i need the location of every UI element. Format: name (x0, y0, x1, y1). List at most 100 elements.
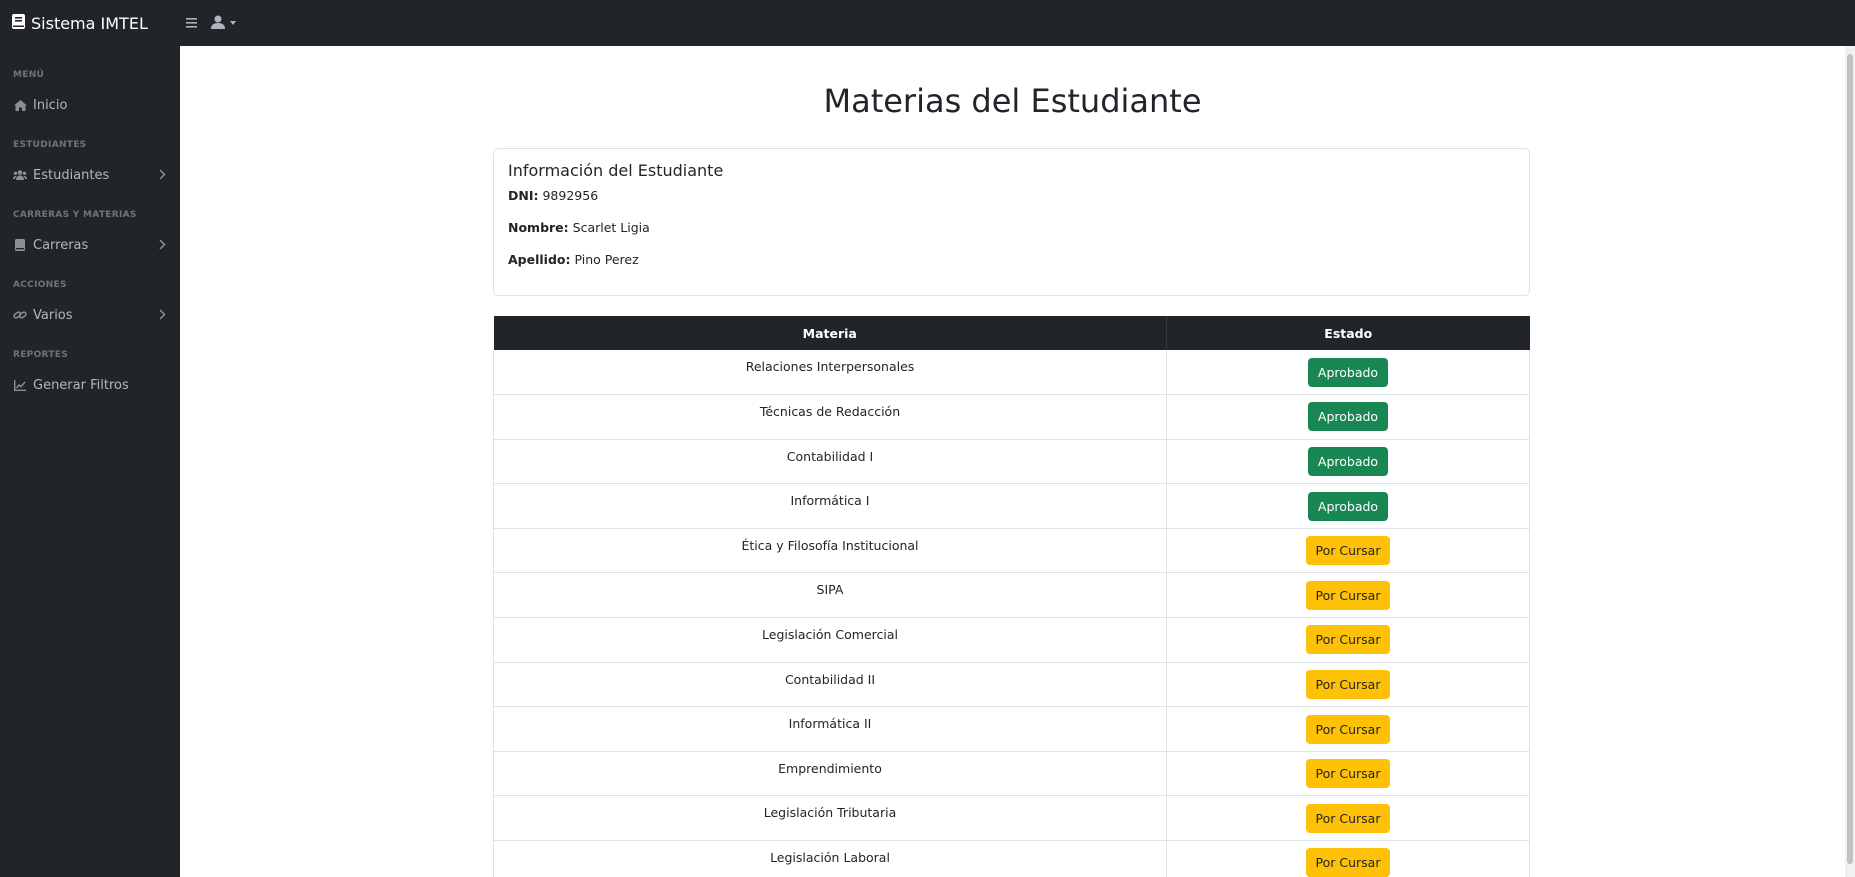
estado-cell: Por Cursar (1166, 706, 1530, 752)
sidebar: MENÚ Inicio ESTUDIANTES Estudiantes CARR… (0, 46, 180, 877)
column-header-estado: Estado (1166, 316, 1530, 350)
sidebar-item-label: Inicio (33, 97, 68, 113)
estado-cell: Por Cursar (1166, 528, 1530, 574)
materia-cell: Legislación Laboral (493, 840, 1167, 877)
estado-cell: Por Cursar (1166, 751, 1530, 797)
status-badge[interactable]: Aprobado (1307, 402, 1389, 432)
menu-toggle-button[interactable] (186, 14, 197, 32)
main-content: Materias del Estudiante Información del … (180, 46, 1845, 877)
chart-icon (13, 378, 27, 392)
table-row: Contabilidad II Por Cursar (493, 662, 1530, 708)
status-badge[interactable]: Por Cursar (1305, 759, 1391, 789)
sidebar-item-label: Varios (33, 307, 73, 323)
estado-cell: Aprobado (1166, 350, 1530, 396)
nombre-line: Nombre: Scarlet Ligia (508, 220, 1515, 252)
table-row: Informática I Aprobado (493, 483, 1530, 529)
sidebar-item-label: Generar Filtros (33, 377, 129, 393)
book-icon (13, 238, 27, 252)
brand[interactable]: Sistema IMTEL (0, 13, 180, 33)
materia-cell: Técnicas de Redacción (493, 394, 1167, 440)
chevron-right-icon (159, 309, 166, 324)
table-row: SIPA Por Cursar (493, 572, 1530, 619)
subjects-table: Materia Estado Relaciones Interpersonale… (493, 316, 1530, 877)
sidebar-item-inicio[interactable]: Inicio (0, 93, 180, 117)
sidebar-item-varios[interactable]: Varios (0, 303, 180, 327)
dni-label: DNI: (508, 188, 539, 203)
sidebar-item-estudiantes[interactable]: Estudiantes (0, 163, 180, 187)
sidebar-heading-estudiantes: ESTUDIANTES (13, 140, 87, 150)
materia-cell: Informática II (493, 706, 1167, 752)
card-title: Información del Estudiante (508, 161, 724, 180)
scrollbar-thumb[interactable] (1847, 54, 1853, 864)
materia-cell: Relaciones Interpersonales (493, 350, 1167, 396)
table-row: Legislación Comercial Por Cursar (493, 617, 1530, 663)
dni-line: DNI: 9892956 (508, 188, 1515, 220)
table-row: Emprendimiento Por Cursar (493, 751, 1530, 797)
materia-cell: SIPA (493, 572, 1167, 619)
link-icon (13, 308, 27, 322)
status-badge[interactable]: Aprobado (1307, 357, 1389, 387)
estado-cell: Por Cursar (1166, 662, 1530, 708)
estado-cell: Por Cursar (1166, 795, 1530, 842)
sidebar-item-generar-filtros[interactable]: Generar Filtros (0, 373, 180, 397)
status-badge[interactable]: Por Cursar (1305, 669, 1391, 699)
materia-cell: Contabilidad I (493, 439, 1167, 485)
materia-cell: Legislación Comercial (493, 617, 1167, 663)
users-icon (13, 168, 27, 182)
chevron-right-icon (159, 169, 166, 184)
sidebar-item-label: Estudiantes (33, 167, 110, 183)
hamburger-icon (186, 14, 197, 32)
table-row: Ética y Filosofía Institucional Por Cursa… (493, 528, 1530, 574)
app-title: Sistema IMTEL (31, 13, 148, 33)
nombre-value: Scarlet Ligia (572, 220, 650, 235)
status-badge[interactable]: Por Cursar (1305, 580, 1391, 610)
estado-cell: Por Cursar (1166, 572, 1530, 619)
status-badge[interactable]: Por Cursar (1305, 848, 1391, 877)
sidebar-heading-acciones: ACCIONES (13, 280, 67, 290)
status-badge[interactable]: Por Cursar (1305, 536, 1391, 566)
table-row: Informática II Por Cursar (493, 706, 1530, 752)
chevron-right-icon (159, 239, 166, 254)
materia-cell: Legislación Tributaria (493, 795, 1167, 842)
status-badge[interactable]: Por Cursar (1305, 625, 1391, 655)
chevron-down-icon (230, 21, 236, 25)
estado-cell: Por Cursar (1166, 840, 1530, 877)
materia-cell: Ética y Filosofía Institucional (493, 528, 1167, 574)
dni-value: 9892956 (542, 188, 599, 203)
materia-cell: Contabilidad II (493, 662, 1167, 708)
sidebar-heading-reportes: REPORTES (13, 350, 69, 360)
column-header-materia: Materia (493, 316, 1167, 350)
student-info-card: Información del Estudiante DNI: 9892956 … (493, 148, 1530, 296)
materia-cell: Emprendimiento (493, 751, 1167, 797)
scrollbar[interactable] (1845, 46, 1855, 877)
top-navbar: Sistema IMTEL (0, 0, 1855, 46)
estado-cell: Aprobado (1166, 394, 1530, 440)
home-icon (13, 98, 27, 112)
table-row: Relaciones Interpersonales Aprobado (493, 350, 1530, 396)
table-header-row: Materia Estado (493, 316, 1530, 350)
apellido-value: Pino Perez (574, 252, 639, 267)
sidebar-item-carreras[interactable]: Carreras (0, 233, 180, 257)
table-row: Legislación Laboral Por Cursar (493, 840, 1530, 877)
estado-cell: Aprobado (1166, 483, 1530, 529)
user-icon (211, 14, 225, 33)
apellido-label: Apellido: (508, 252, 571, 267)
sidebar-heading-menu: MENÚ (13, 70, 45, 80)
table-row: Contabilidad I Aprobado (493, 439, 1530, 485)
book-icon (12, 13, 31, 33)
table-row: Técnicas de Redacción Aprobado (493, 394, 1530, 440)
user-menu-button[interactable] (211, 14, 236, 33)
materia-cell: Informática I (493, 483, 1167, 529)
table-row: Legislación Tributaria Por Cursar (493, 795, 1530, 842)
estado-cell: Aprobado (1166, 439, 1530, 485)
apellido-line: Apellido: Pino Perez (508, 252, 1515, 284)
status-badge[interactable]: Aprobado (1307, 446, 1389, 476)
estado-cell: Por Cursar (1166, 617, 1530, 663)
status-badge[interactable]: Por Cursar (1305, 714, 1391, 744)
sidebar-item-label: Carreras (33, 237, 89, 253)
page-title: Materias del Estudiante (823, 82, 1202, 120)
sidebar-heading-carreras: CARRERAS Y MATERIAS (13, 210, 137, 220)
status-badge[interactable]: Por Cursar (1305, 803, 1391, 833)
nombre-label: Nombre: (508, 220, 569, 235)
status-badge[interactable]: Aprobado (1307, 491, 1389, 521)
